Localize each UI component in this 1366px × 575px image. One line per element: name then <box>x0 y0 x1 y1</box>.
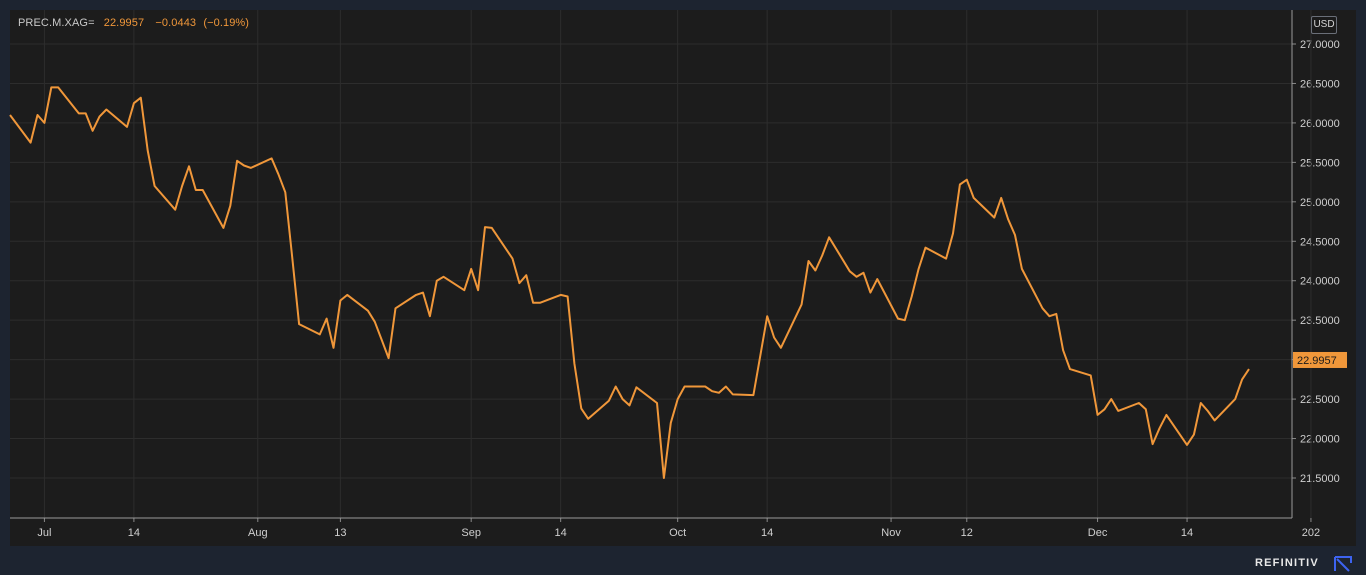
last-value: 22.9957 <box>103 17 145 29</box>
y-tick-label: 26.0000 <box>1300 118 1340 130</box>
currency-badge[interactable]: USD <box>1311 16 1337 34</box>
y-tick-label: 22.5000 <box>1300 394 1340 406</box>
last-value-label: 22.9957 <box>1297 355 1337 367</box>
y-tick-label: 24.0000 <box>1300 276 1340 288</box>
chart-frame: 27.0000 26.5000 26.0000 25.5000 25.0000 24.50… <box>0 0 1366 575</box>
x-tick-label: Aug <box>248 527 268 539</box>
y-tick-label: 22.0000 <box>1300 434 1340 446</box>
x-tick-label: 14 <box>128 527 140 539</box>
x-tick-label: 12 <box>961 527 973 539</box>
brand-name: REFINITIV <box>1255 557 1319 569</box>
x-tick-label: Nov <box>881 527 901 539</box>
y-tick-label: 23.5000 <box>1300 315 1340 327</box>
x-tick-label: 14 <box>761 527 773 539</box>
x-tick-label: Dec <box>1088 527 1108 539</box>
price-chart[interactable]: 27.0000 26.5000 26.0000 25.5000 25.0000 24.50… <box>0 0 1366 575</box>
x-tick-label: 14 <box>555 527 567 539</box>
instrument-label: PREC.M.XAG= <box>18 17 95 29</box>
y-tick-label: 26.5000 <box>1300 78 1340 90</box>
x-tick-label: Sep <box>461 527 481 539</box>
change-value: −0.0443 <box>155 17 197 29</box>
legend: PREC.M.XAG= 22.9957 −0.0443 (−0.19%) <box>18 17 249 29</box>
y-tick-label: 25.0000 <box>1300 197 1340 209</box>
plot-area <box>10 10 1292 518</box>
x-tick-label: 202 <box>1302 527 1320 539</box>
x-tick-label: 14 <box>1181 527 1193 539</box>
y-tick-label: 25.5000 <box>1300 157 1340 169</box>
refinitiv-logo-icon <box>1334 556 1352 572</box>
x-tick-label: Jul <box>37 527 51 539</box>
x-tick-label: Oct <box>669 527 686 539</box>
y-tick-label: 27.0000 <box>1300 39 1340 51</box>
change-percent: (−0.19%) <box>203 17 250 29</box>
y-tick-label: 21.5000 <box>1300 473 1340 485</box>
x-tick-label: 13 <box>334 527 346 539</box>
y-tick-label: 24.5000 <box>1300 236 1340 248</box>
